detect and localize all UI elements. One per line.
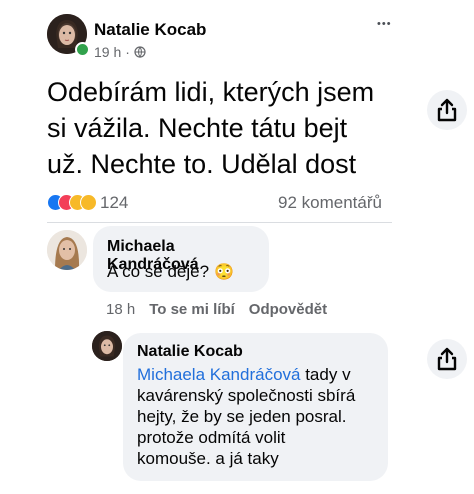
comment-actions: 18 h To se mi líbí Odpovědět <box>106 301 327 318</box>
reply-author-avatar[interactable] <box>92 331 122 361</box>
like-button[interactable]: To se mi líbí <box>149 301 235 318</box>
reply-bubble[interactable]: Natalie Kocab Michaela Kandráčová tady v… <box>123 333 388 481</box>
post-time[interactable]: 19 h <box>94 44 121 60</box>
reply-text-segment: tady v <box>300 365 351 384</box>
avatar-image <box>92 331 122 361</box>
reply-text-line: kavárenský společnosti sbírá <box>137 386 356 405</box>
meta-separator: · <box>125 44 130 60</box>
reply-share-button[interactable] <box>427 339 467 379</box>
share-icon <box>437 98 457 122</box>
reply-text-line: komouše. a já taky <box>137 449 279 468</box>
online-status-dot <box>75 42 90 57</box>
reply-text: Michaela Kandráčová tady v kavárenský sp… <box>137 364 382 469</box>
more-icon[interactable]: ••• <box>377 18 392 30</box>
post-text-line: už. Nechte to. Udělal dost <box>47 149 357 179</box>
avatar-image <box>47 230 87 270</box>
reply-text-line: hejty, že by se jeden posral. <box>137 407 347 426</box>
comment-time[interactable]: 18 h <box>106 301 135 318</box>
reply-text-line: protože odmítá volit <box>137 428 286 447</box>
reaction-icons[interactable] <box>47 194 97 212</box>
flushed-emoji-icon: 😳 <box>214 264 234 281</box>
post-text: Odebírám lidi, kterých jsem si vážila. N… <box>47 74 374 182</box>
comment-text: A co se děje? <box>107 262 210 281</box>
post-text-line: si vážila. Nechte tátu bejt <box>47 113 348 143</box>
share-icon <box>437 347 457 371</box>
post-share-button[interactable] <box>427 90 467 130</box>
comment-bubble[interactable]: Michaela Kandráčová A co se děje? 😳 <box>93 226 269 292</box>
comment-author-avatar[interactable] <box>47 230 87 270</box>
reply-text-first-line: Michaela Kandráčová tady v <box>137 364 382 385</box>
reply-author-name[interactable]: Natalie Kocab <box>137 343 243 361</box>
post-text-line: Odebírám lidi, kterých jsem <box>47 77 375 107</box>
comment-text-row: A co se děje? 😳 <box>107 262 234 282</box>
globe-icon <box>134 46 146 58</box>
comment-count[interactable]: 92 komentářů <box>278 193 382 213</box>
care-reaction-icon <box>80 194 97 211</box>
post-author-name[interactable]: Natalie Kocab <box>94 20 206 40</box>
divider <box>47 222 392 223</box>
post-meta: 19 h · <box>94 44 146 60</box>
mention-link[interactable]: Michaela Kandráčová <box>137 365 300 384</box>
reaction-count[interactable]: 124 <box>100 193 128 213</box>
reply-button[interactable]: Odpovědět <box>249 301 327 318</box>
